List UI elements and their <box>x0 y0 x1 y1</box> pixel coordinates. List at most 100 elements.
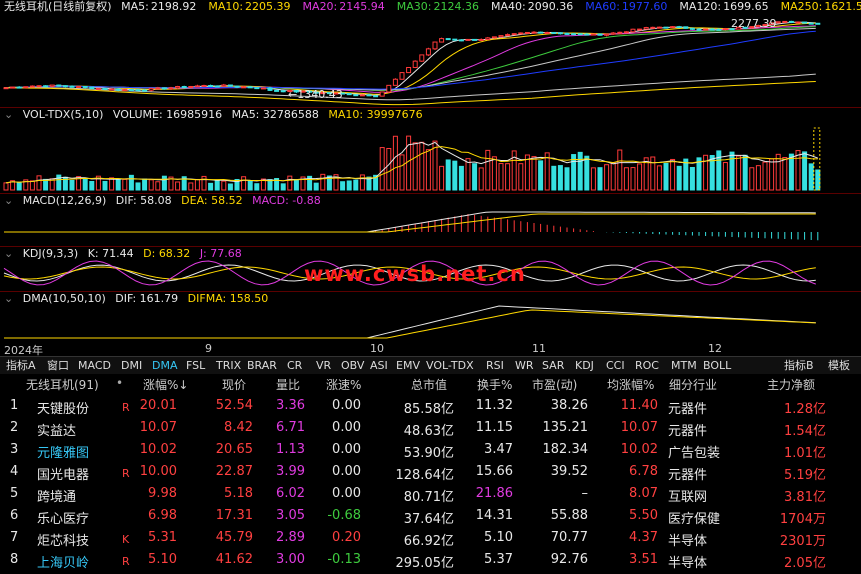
column-header-main-net[interactable]: 主力净额 <box>767 376 815 393</box>
change-speed: 0.00 <box>332 420 361 435</box>
tab-vr[interactable]: VR <box>314 358 333 373</box>
volume-bar <box>43 178 49 191</box>
table-row[interactable]: 3 元隆雅图 10.02 20.65 1.13 0.00 3.47 182.34 10.02 广告… <box>0 440 861 462</box>
volume-bar <box>208 182 214 191</box>
volume-chart[interactable] <box>0 108 861 193</box>
candle-body <box>683 26 689 29</box>
column-header-change[interactable]: 涨幅%↓ <box>143 376 188 393</box>
candle-body <box>597 33 603 36</box>
main-net-amount: 3.81亿 <box>784 486 826 505</box>
tab-dmi[interactable]: DMI <box>119 358 144 373</box>
tab-trix[interactable]: TRIX <box>214 358 243 373</box>
main-net-unit: 亿 <box>812 402 826 417</box>
stock-flag: R <box>122 555 130 568</box>
volume-bar <box>320 173 326 191</box>
market-cap-unit: 亿 <box>440 446 454 461</box>
macd-chart[interactable] <box>0 194 861 246</box>
tab-emv[interactable]: EMV <box>394 358 422 373</box>
block-marker: • <box>116 376 124 390</box>
tab-brar[interactable]: BRAR <box>245 358 279 373</box>
candle-body <box>221 84 227 87</box>
table-row[interactable]: 1 天键股份 R 20.01 52.54 3.36 0.00 11.32 38.26 11.40 元… <box>0 396 861 418</box>
column-header-price[interactable]: 现价 <box>222 376 246 393</box>
main-net-unit: 万 <box>812 534 826 549</box>
volume-panel[interactable]: ⌄ VOL-TDX(5,10) VOLUME: 16985916 MA5: 32… <box>0 108 861 193</box>
candle-body <box>452 38 458 41</box>
volume-bar <box>663 162 669 191</box>
column-header-turnover[interactable]: 换手% <box>477 376 512 393</box>
tab-dma[interactable]: DMA <box>150 358 180 373</box>
tab-指标a[interactable]: 指标A <box>4 358 38 373</box>
volume-bar <box>762 161 768 191</box>
tab-wr[interactable]: WR <box>513 358 536 373</box>
candle-body <box>617 31 623 34</box>
change-speed: -0.68 <box>327 508 361 523</box>
tab-mtm[interactable]: MTM <box>669 358 699 373</box>
tab-cci[interactable]: CCI <box>604 358 627 373</box>
tab-cr[interactable]: CR <box>285 358 304 373</box>
candle-body <box>109 88 115 91</box>
candle-body <box>590 33 596 36</box>
volume-ratio: 3.00 <box>276 552 305 567</box>
dma-panel[interactable]: ⌄ DMA(10,50,10) DIF: 161.79 DIFMA: 158.5… <box>0 292 861 342</box>
tab-rsi[interactable]: RSI <box>484 358 506 373</box>
tab-vol-tdx[interactable]: VOL-TDX <box>424 358 476 373</box>
volume-bar <box>16 182 22 191</box>
tab-macd[interactable]: MACD <box>76 358 113 373</box>
industry: 元器件 <box>668 468 708 483</box>
table-row[interactable]: 2 实益达 10.07 8.42 6.71 0.00 11.15 135.21 10.07 元器件… <box>0 418 861 440</box>
tab-roc[interactable]: ROC <box>633 358 661 373</box>
volume-ma10-line <box>5 146 818 184</box>
dma-chart[interactable] <box>0 292 861 342</box>
current-price: 45.79 <box>215 530 253 545</box>
volume-bar <box>656 165 662 191</box>
x-axis-month: 12 <box>708 342 722 355</box>
change-percent: 10.00 <box>139 464 177 479</box>
tab-窗口[interactable]: 窗口 <box>45 358 71 373</box>
candle-body <box>571 33 577 36</box>
volume-bar <box>425 149 431 191</box>
stock-name: 天键股份 <box>37 402 90 417</box>
market-cap-value: 37.64 <box>403 512 441 527</box>
tab-indicator-b[interactable]: 指标B <box>782 358 816 373</box>
volume-bar <box>148 179 154 191</box>
volume-bar <box>201 175 207 191</box>
market-cap: 128.64亿 <box>395 464 454 483</box>
volume-bar <box>531 156 537 191</box>
column-header-speed[interactable]: 涨速% <box>326 376 361 393</box>
tab-boll[interactable]: BOLL <box>701 358 733 373</box>
tab-asi[interactable]: ASI <box>368 358 390 373</box>
table-row[interactable]: 8 上海贝岭 R 5.10 41.62 3.00 -0.13 5.37 92.76 3.51 半导体… <box>0 550 861 572</box>
kline-panel[interactable]: 无线耳机(日线前复权) MA5: 2198.92 MA10: 2205.39 MA20:… <box>0 0 861 107</box>
market-cap: 48.63亿 <box>404 420 454 439</box>
candle-body <box>485 37 491 40</box>
main-net-value: 1.01 <box>784 446 813 461</box>
candle-body <box>656 26 662 29</box>
table-row[interactable]: 7 炬芯科技 K 5.31 45.79 2.89 0.20 5.10 70.77 4.37 半导体 6… <box>0 528 861 550</box>
volume-bar <box>227 183 233 191</box>
tab-sar[interactable]: SAR <box>540 358 566 373</box>
tab-obv[interactable]: OBV <box>339 358 366 373</box>
main-net-value: 2301 <box>779 534 813 549</box>
market-cap-unit: 亿 <box>440 424 454 439</box>
tab-fsl[interactable]: FSL <box>184 358 207 373</box>
table-row[interactable]: 6 乐心医疗 6.98 17.31 3.05 -0.68 14.31 55.88 5.50 医疗保… <box>0 506 861 528</box>
column-header-market-cap[interactable]: 总市值 <box>411 376 447 393</box>
candle-body <box>208 84 214 87</box>
candle-body <box>505 34 511 37</box>
candle-body <box>689 27 695 30</box>
macd-panel[interactable]: ⌄ MACD(12,26,9) DIF: 58.08 DEA: 58.52 MA… <box>0 194 861 246</box>
table-row[interactable]: 5 跨境通 9.98 5.18 6.02 0.00 21.86–8.07 互联网 80.71亿 3… <box>0 484 861 506</box>
change-percent: 10.02 <box>139 442 177 457</box>
table-row[interactable]: 4 国光电器 R 10.00 22.87 3.99 0.00 15.66 39.52 6.78 元器… <box>0 462 861 484</box>
candle-body <box>557 32 563 35</box>
main-net-amount: 1.54亿 <box>784 420 826 439</box>
column-header-industry[interactable]: 细分行业 <box>669 376 717 393</box>
industry: 医疗保健 <box>668 512 721 527</box>
block-name[interactable]: 无线耳机(91) <box>26 376 99 393</box>
tab-template[interactable]: 模板 <box>826 358 852 373</box>
tab-kdj[interactable]: KDJ <box>573 358 596 373</box>
column-header-volume-ratio[interactable]: 量比 <box>276 376 300 393</box>
column-header-pe[interactable]: 市盈(动) <box>532 376 577 393</box>
column-header-avg-change[interactable]: 均涨幅% <box>607 376 654 393</box>
